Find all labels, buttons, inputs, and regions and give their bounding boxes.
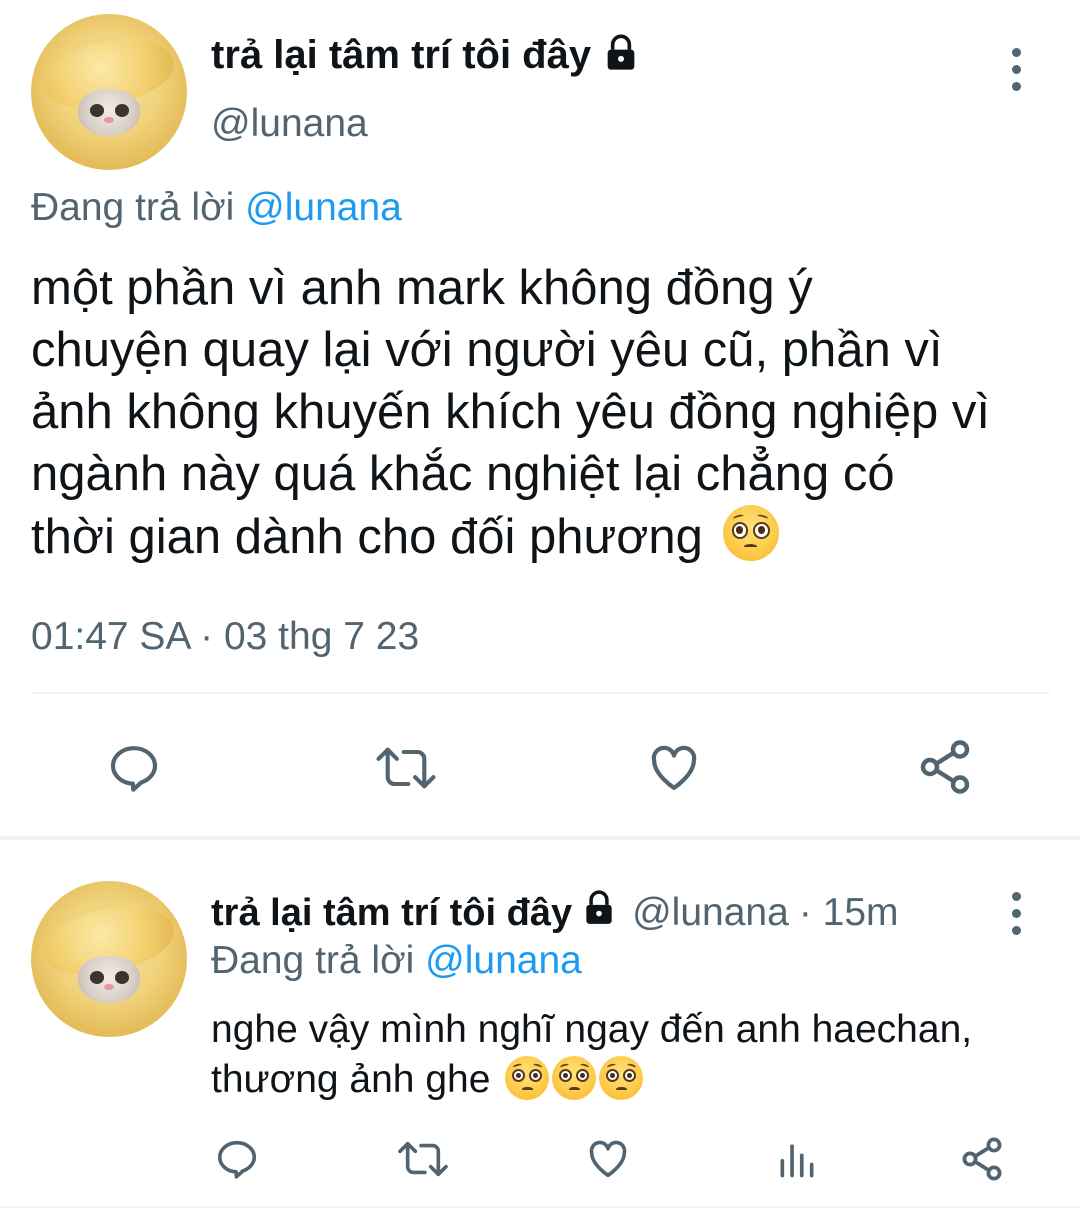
views-icon xyxy=(780,1144,814,1178)
lock-icon xyxy=(601,33,641,78)
reply-text-line: nghe vậy mình nghĩ ngay đến anh haechan, xyxy=(211,1008,973,1051)
reply-button[interactable] xyxy=(104,738,164,798)
pleading-face-emoji xyxy=(505,1056,550,1100)
reply-display-name[interactable]: trả lại tâm trí tôi đây xyxy=(211,892,572,935)
replying-to-link[interactable]: @lunana xyxy=(245,186,402,229)
share-button[interactable] xyxy=(914,736,976,798)
share-icon xyxy=(920,740,970,794)
reply-more-options-icon[interactable] xyxy=(1008,892,1024,943)
reply-text: nghe vậy mình nghĩ ngay đến anh haechan,… xyxy=(211,1005,1071,1105)
avatar[interactable] xyxy=(31,14,187,170)
tweet-text-line: ảnh không khuyến khích yêu đồng nghiệp v… xyxy=(31,385,990,439)
reply-icon xyxy=(110,746,158,792)
more-options-icon[interactable] xyxy=(1008,48,1024,99)
reply-like-button[interactable] xyxy=(583,1134,633,1184)
tweet-text-line: chuyện quay lại với người yêu cũ, phần v… xyxy=(31,323,943,377)
reply-replying-to: Đang trả lời @lunana xyxy=(211,939,582,982)
lock-icon xyxy=(580,889,618,937)
handle[interactable]: @lunana xyxy=(211,102,368,146)
tweet-text: một phần vì anh mark không đồng ý chuyện… xyxy=(31,257,1071,568)
display-name[interactable]: trả lại tâm trí tôi đây xyxy=(211,33,591,78)
retweet-icon xyxy=(376,747,436,789)
timestamp[interactable]: 01:47 SA · 03 thg 7 23 xyxy=(31,615,419,659)
reply-author-line: trả lại tâm trí tôi đây @lunana · 15m xyxy=(211,889,899,937)
reply-replying-to-link[interactable]: @lunana xyxy=(425,939,582,982)
like-icon xyxy=(589,1140,627,1178)
reply-handle[interactable]: @lunana xyxy=(632,891,789,935)
reply-icon xyxy=(217,1140,257,1179)
pleading-face-emoji xyxy=(599,1056,644,1100)
reply-views-button[interactable] xyxy=(772,1134,822,1184)
tweet-text-line: ngành này quá khắc nghiệt lại chẳng có xyxy=(31,447,895,501)
retweet-icon xyxy=(398,1141,448,1177)
avatar-cat-face xyxy=(77,88,141,136)
tweet-separator xyxy=(0,836,1080,840)
like-button[interactable] xyxy=(644,738,704,798)
reply-avatar[interactable] xyxy=(31,881,187,1037)
reply-time-ago[interactable]: · 15m xyxy=(799,891,899,935)
share-icon xyxy=(962,1137,1002,1181)
pleading-face-emoji xyxy=(722,505,779,561)
reply-text-line: thương ảnh ghe xyxy=(211,1055,1071,1105)
tweet-text-line: một phần vì anh mark không đồng ý xyxy=(31,261,813,315)
author-line: trả lại tâm trí tôi đây xyxy=(211,33,641,78)
tweet-text-line: thời gian dành cho đối phương xyxy=(31,505,1071,568)
bottom-divider xyxy=(0,1206,1080,1208)
retweet-button[interactable] xyxy=(372,738,440,798)
pleading-face-emoji xyxy=(552,1056,597,1100)
replying-to: Đang trả lời @lunana xyxy=(31,186,402,230)
reply-share-button[interactable] xyxy=(956,1133,1008,1185)
replying-prefix: Đang trả lời xyxy=(31,186,235,229)
like-icon xyxy=(651,745,697,790)
reply-reply-button[interactable] xyxy=(212,1134,262,1184)
reply-retweet-button[interactable] xyxy=(395,1134,451,1184)
divider xyxy=(31,692,1050,694)
